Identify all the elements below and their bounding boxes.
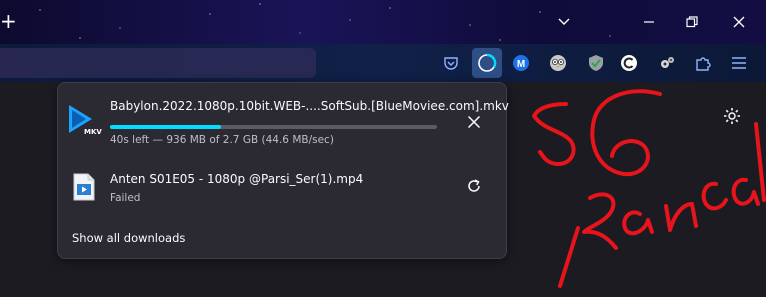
download-progress-bar: [110, 125, 437, 129]
title-bar: +: [0, 0, 766, 44]
retry-icon: [468, 179, 480, 192]
downloads-icon[interactable]: [472, 48, 502, 78]
extension-gears-icon[interactable]: [654, 50, 680, 76]
downloads-panel: MKV Babylon.2022.1080p.10bit.WEB-....Sof…: [57, 82, 509, 259]
file-type-label: MKV: [84, 128, 102, 136]
download-progress-fill: [110, 125, 222, 129]
download-filename: Anten S01E05 - 1080p @Parsi_Ser(1).mp4: [110, 172, 364, 186]
mkv-file-icon: MKV: [66, 102, 102, 140]
restore-icon[interactable]: [677, 10, 707, 34]
svg-text:M: M: [517, 59, 525, 70]
retry-download-button[interactable]: [460, 172, 488, 200]
download-item[interactable]: MKV Babylon.2022.1080p.10bit.WEB-....Sof…: [58, 90, 509, 150]
download-item[interactable]: Anten S01E05 - 1080p @Parsi_Ser(1).mp4 F…: [58, 161, 506, 221]
extension-shield-check-icon[interactable]: [583, 50, 609, 76]
download-filename: Babylon.2022.1080p.10bit.WEB-....SoftSub…: [110, 99, 509, 113]
gear-icon[interactable]: [722, 106, 742, 126]
extensions-puzzle-icon[interactable]: [690, 50, 716, 76]
extension-owl-icon[interactable]: [545, 50, 571, 76]
close-icon: [467, 115, 481, 129]
navigation-toolbar: M: [0, 44, 766, 82]
extension-c-icon[interactable]: [616, 50, 642, 76]
download-status: Failed: [110, 192, 141, 204]
minimize-icon[interactable]: [634, 10, 664, 34]
menu-icon[interactable]: [726, 50, 752, 76]
extension-m-icon[interactable]: M: [508, 50, 534, 76]
video-file-icon: [73, 173, 95, 201]
download-status: 40s left — 936 MB of 2.7 GB (44.6 MB/sec…: [110, 134, 334, 146]
pocket-icon[interactable]: [438, 50, 464, 76]
chevron-down-icon[interactable]: [549, 10, 579, 34]
url-bar[interactable]: [0, 48, 316, 78]
close-icon[interactable]: [724, 10, 754, 34]
show-all-downloads-link[interactable]: Show all downloads: [72, 231, 185, 245]
cancel-download-button[interactable]: [460, 108, 488, 136]
new-tab-plus-icon[interactable]: +: [0, 11, 17, 31]
